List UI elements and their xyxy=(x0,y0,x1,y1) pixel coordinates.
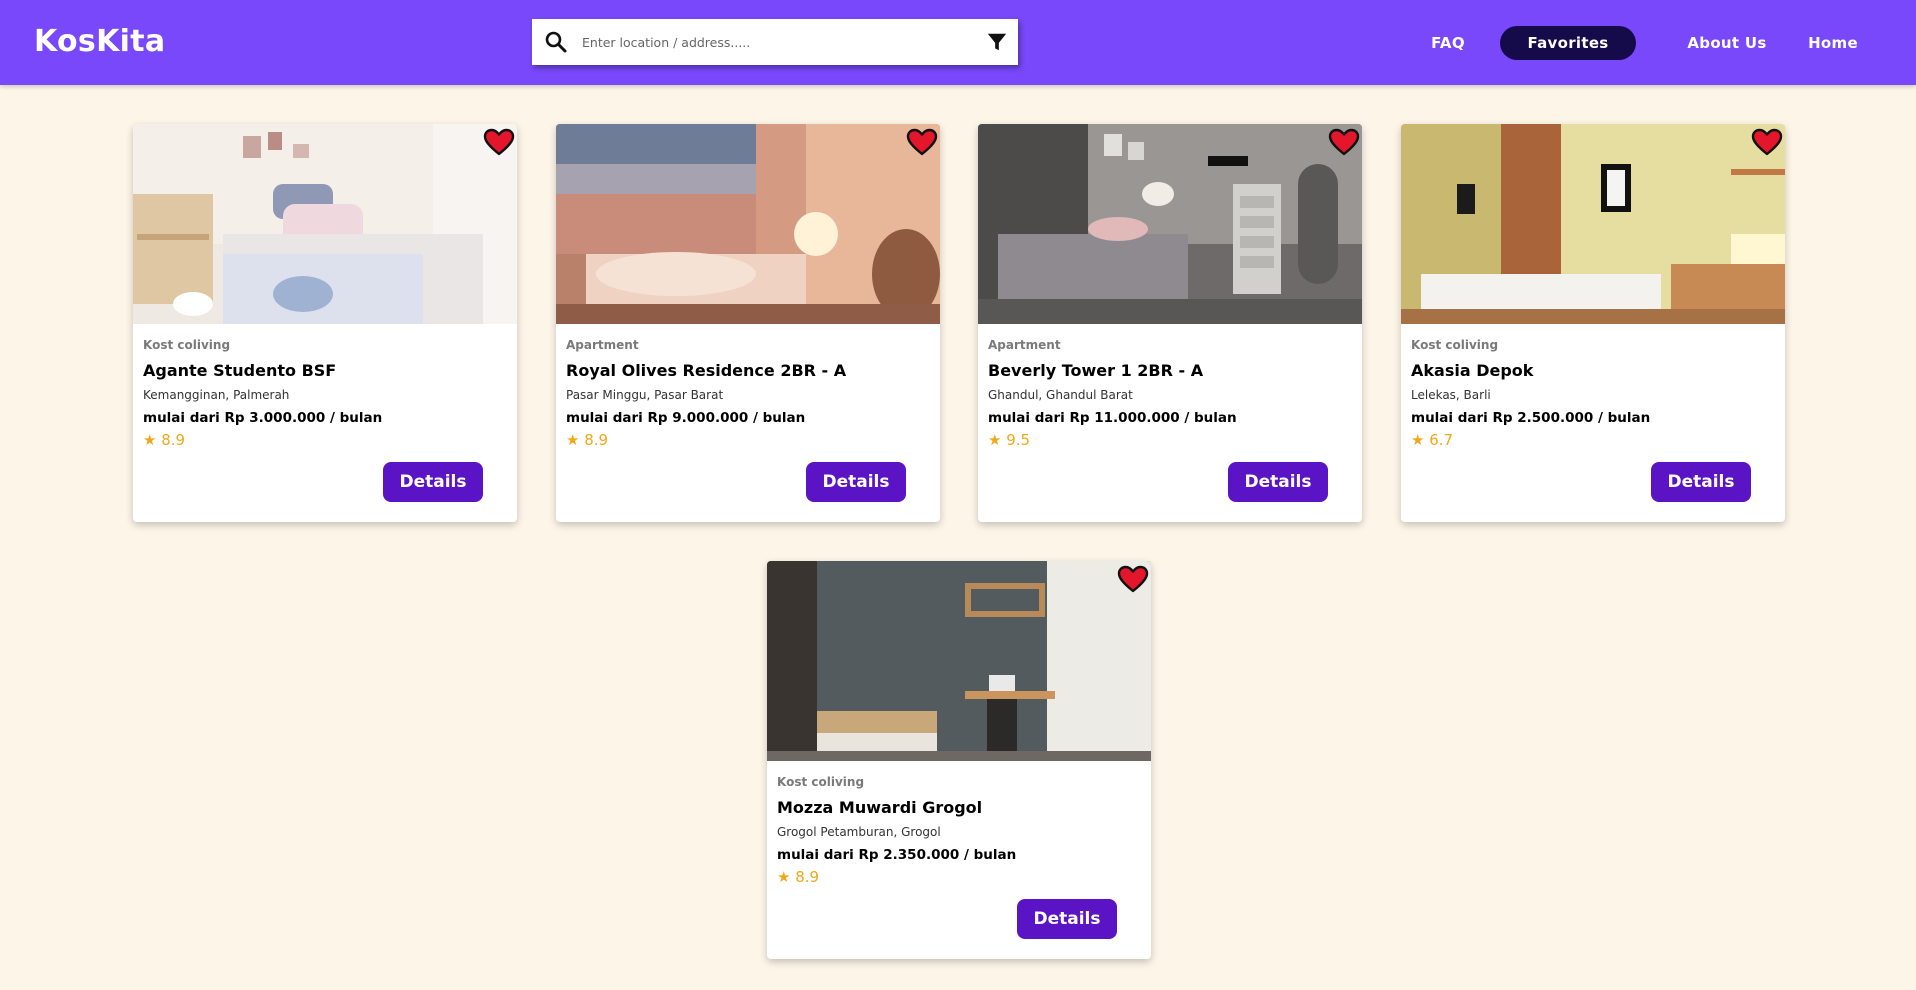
listing-card[interactable]: Apartment Beverly Tower 1 2BR - A Ghandu… xyxy=(978,124,1362,522)
listing-location: Pasar Minggu, Pasar Barat xyxy=(566,388,724,402)
listing-name: Royal Olives Residence 2BR - A xyxy=(566,361,847,380)
top-navbar: KosKita FAQ Favorites About Us Home xyxy=(0,0,1916,85)
listing-card[interactable]: Kost coliving Agante Studento BSF Kemang… xyxy=(133,124,517,522)
listing-rating: ★ 8.9 xyxy=(777,868,820,886)
nav-home[interactable]: Home xyxy=(1796,26,1870,60)
search-bar xyxy=(532,19,1018,65)
favorite-heart-icon[interactable] xyxy=(1328,128,1360,156)
listing-name: Beverly Tower 1 2BR - A xyxy=(988,361,1204,380)
listing-card[interactable]: Kost coliving Mozza Muwardi Grogol Grogo… xyxy=(767,561,1151,959)
listing-photo[interactable] xyxy=(556,124,940,324)
listing-photo[interactable] xyxy=(767,561,1151,761)
details-button[interactable]: Details xyxy=(1651,462,1751,502)
listing-location: Ghandul, Ghandul Barat xyxy=(988,388,1133,402)
listing-price: mulai dari Rp 2.500.000 / bulan xyxy=(1411,410,1651,426)
listing-rating: ★ 6.7 xyxy=(1411,431,1454,449)
brand-logo[interactable]: KosKita xyxy=(34,24,165,59)
listing-price: mulai dari Rp 11.000.000 / bulan xyxy=(988,410,1237,426)
listing-rating: ★ 8.9 xyxy=(143,431,186,449)
favorite-heart-icon[interactable] xyxy=(906,128,938,156)
filter-icon[interactable] xyxy=(986,31,1008,53)
listing-type: Apartment xyxy=(988,338,1061,352)
details-button[interactable]: Details xyxy=(1228,462,1328,502)
listing-price: mulai dari Rp 3.000.000 / bulan xyxy=(143,410,383,426)
location-search-input[interactable] xyxy=(582,19,962,65)
listing-name: Akasia Depok xyxy=(1411,361,1534,380)
listing-card[interactable]: Kost coliving Akasia Depok Lelekas, Barl… xyxy=(1401,124,1785,522)
nav-about-us[interactable]: About Us xyxy=(1660,26,1794,60)
listing-photo[interactable] xyxy=(1401,124,1785,324)
listing-type: Kost coliving xyxy=(143,338,231,352)
listing-name: Mozza Muwardi Grogol xyxy=(777,798,983,817)
listing-price: mulai dari Rp 2.350.000 / bulan xyxy=(777,847,1017,863)
listing-rating: ★ 8.9 xyxy=(566,431,609,449)
listing-type: Kost coliving xyxy=(1411,338,1499,352)
nav-faq[interactable]: FAQ xyxy=(1420,26,1476,60)
favorite-heart-icon[interactable] xyxy=(1117,565,1149,593)
search-icon[interactable] xyxy=(544,30,568,54)
details-button[interactable]: Details xyxy=(806,462,906,502)
listing-photo[interactable] xyxy=(133,124,517,324)
details-button[interactable]: Details xyxy=(383,462,483,502)
nav-favorites[interactable]: Favorites xyxy=(1500,26,1636,60)
favorite-heart-icon[interactable] xyxy=(1751,128,1783,156)
listing-type: Apartment xyxy=(566,338,639,352)
listing-type: Kost coliving xyxy=(777,775,865,789)
listing-photo[interactable] xyxy=(978,124,1362,324)
listing-location: Lelekas, Barli xyxy=(1411,388,1491,402)
listing-price: mulai dari Rp 9.000.000 / bulan xyxy=(566,410,806,426)
listing-location: Grogol Petamburan, Grogol xyxy=(777,825,941,839)
details-button[interactable]: Details xyxy=(1017,899,1117,939)
listing-card[interactable]: Apartment Royal Olives Residence 2BR - A… xyxy=(556,124,940,522)
listing-rating: ★ 9.5 xyxy=(988,431,1031,449)
listing-name: Agante Studento BSF xyxy=(143,361,337,380)
favorite-heart-icon[interactable] xyxy=(483,128,515,156)
listing-location: Kemangginan, Palmerah xyxy=(143,388,290,402)
